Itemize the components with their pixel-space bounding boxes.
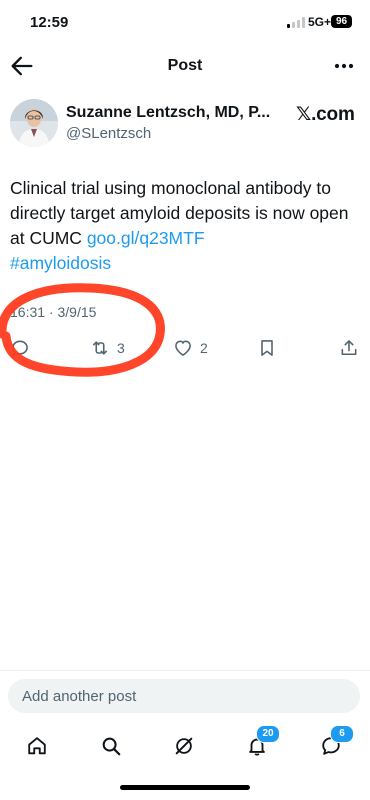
home-indicator (120, 785, 250, 790)
post-timestamp: 16:31 · 3/9/15 (10, 304, 97, 320)
retweet-count: 3 (117, 340, 125, 356)
bookmark-button[interactable] (257, 336, 277, 360)
divider (0, 670, 370, 671)
retweet-button[interactable]: 3 (90, 336, 125, 360)
battery-icon: 96 (331, 15, 352, 28)
post-actions: 3 2 (0, 336, 370, 360)
share-button[interactable] (339, 336, 359, 360)
top-header: Post (0, 44, 370, 88)
messages-badge: 6 (330, 725, 354, 743)
status-time: 12:59 (30, 14, 69, 31)
bottom-tab-bar: 20 6 (0, 725, 370, 767)
tab-search[interactable] (96, 731, 126, 761)
more-dots-icon (334, 63, 354, 69)
tab-notifications[interactable]: 20 (242, 725, 280, 761)
reply-placeholder: Add another post (22, 687, 137, 705)
status-bar: 12:59 5G+ 96 (0, 0, 370, 44)
retweet-icon (92, 341, 108, 355)
avatar-portrait-icon (10, 99, 58, 147)
search-icon (102, 737, 121, 756)
like-count: 2 (200, 340, 208, 356)
tab-messages[interactable]: 6 (316, 725, 354, 761)
author-handle[interactable]: @SLentzsch (66, 125, 151, 142)
tab-home[interactable] (22, 731, 52, 761)
avatar[interactable] (10, 99, 58, 147)
more-options-button[interactable] (330, 52, 358, 80)
share-icon (341, 340, 357, 356)
post-text: Clinical trial using monoclonal antibody… (10, 176, 360, 276)
annotation-circle (0, 283, 165, 377)
tab-grok[interactable] (169, 731, 199, 761)
notifications-badge: 20 (256, 725, 280, 743)
reply-button[interactable] (10, 336, 30, 360)
bookmark-icon (261, 340, 273, 356)
page-title: Post (167, 57, 203, 74)
home-icon (28, 737, 46, 755)
source-label: 𝕏.com (296, 104, 355, 125)
reply-input[interactable]: Add another post (8, 679, 360, 713)
post-link[interactable]: goo.gl/q23MTF (87, 228, 205, 248)
network-label: 5G+ (308, 15, 332, 29)
post-hashtag[interactable]: #amyloidosis (10, 253, 111, 273)
grok-icon (175, 737, 193, 755)
signal-icon (287, 17, 305, 28)
reply-icon (12, 340, 28, 356)
like-button[interactable]: 2 (173, 336, 208, 360)
author-name[interactable]: Suzanne Lentzsch, MD, P... (66, 104, 270, 122)
heart-icon (175, 340, 191, 356)
